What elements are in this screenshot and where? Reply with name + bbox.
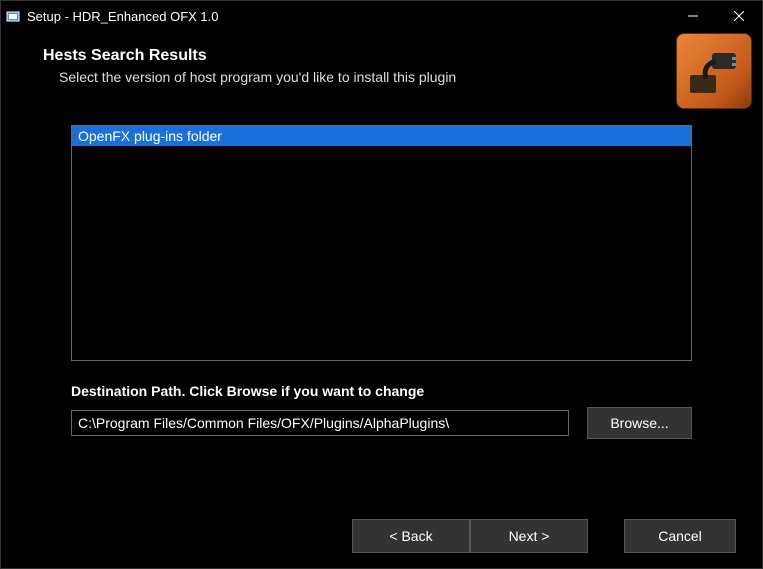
next-button[interactable]: Next > [470,519,588,553]
destination-input[interactable] [71,410,569,436]
page-subtitle: Select the version of host program you'd… [59,69,734,85]
window-title: Setup - HDR_Enhanced OFX 1.0 [27,9,670,24]
nav-button-group: < Back Next > [352,519,588,553]
wizard-footer: < Back Next > Cancel [1,504,762,568]
titlebar-controls [670,1,762,31]
list-item[interactable]: OpenFX plug-ins folder [72,126,691,146]
product-logo [676,33,752,109]
host-list[interactable]: OpenFX plug-ins folder [71,125,692,361]
wizard-header: Hests Search Results Select the version … [1,31,762,99]
list-item-label: OpenFX plug-ins folder [78,128,222,144]
close-button[interactable] [716,1,762,31]
titlebar: Setup - HDR_Enhanced OFX 1.0 [1,1,762,31]
setup-window: Setup - HDR_Enhanced OFX 1.0 Hests Searc… [0,0,763,569]
back-button[interactable]: < Back [352,519,470,553]
cancel-button[interactable]: Cancel [624,519,736,553]
page-title: Hests Search Results [43,47,734,65]
destination-row: Browse... [71,407,692,439]
minimize-button[interactable] [670,1,716,31]
destination-label: Destination Path. Click Browse if you wa… [71,383,692,399]
content-area: OpenFX plug-ins folder Destination Path.… [1,99,762,504]
browse-button[interactable]: Browse... [587,407,692,439]
installer-icon [5,8,21,24]
